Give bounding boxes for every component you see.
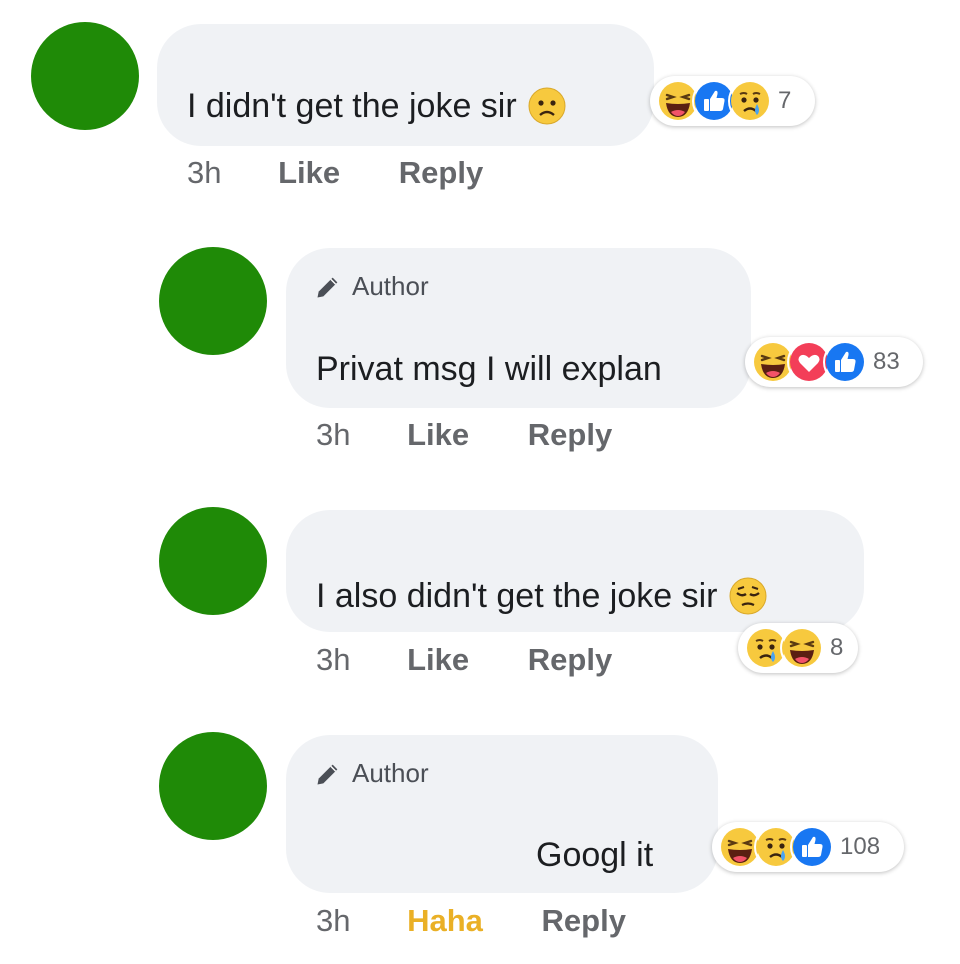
- comment-text-row: I also didn't get the joke sir: [316, 576, 768, 616]
- haha-button[interactable]: Haha: [407, 903, 483, 938]
- reaction-count: 108: [840, 833, 881, 860]
- reaction-count: 83: [873, 348, 900, 375]
- frowning-face-icon: [527, 86, 567, 126]
- avatar[interactable]: [159, 732, 267, 840]
- like-button[interactable]: Like: [407, 417, 469, 452]
- sad-icon: [728, 79, 772, 123]
- avatar[interactable]: [159, 507, 267, 615]
- comment-text: I didn't get the joke sir: [187, 86, 517, 125]
- reaction-count: 7: [778, 87, 792, 114]
- reply-button[interactable]: Reply: [528, 417, 612, 452]
- reaction-summary[interactable]: 108: [712, 822, 904, 872]
- author-label: Author: [352, 758, 429, 788]
- comment-meta: 3h Like Reply: [187, 155, 483, 191]
- comment-meta: 3h Haha Reply: [316, 903, 626, 939]
- reply-button[interactable]: Reply: [542, 903, 626, 938]
- comment-meta: 3h Like Reply: [316, 417, 612, 453]
- timestamp: 3h: [316, 903, 351, 938]
- avatar[interactable]: [31, 22, 139, 130]
- like-button[interactable]: Like: [278, 155, 340, 190]
- timestamp: 3h: [316, 417, 351, 452]
- comment-bubble: [157, 24, 654, 146]
- timestamp: 3h: [316, 642, 351, 677]
- comment-text-row: Googl it: [536, 836, 653, 875]
- author-badge: Author: [314, 271, 429, 302]
- reaction-summary[interactable]: 83: [745, 337, 923, 387]
- comment-meta: 3h Like Reply: [316, 642, 612, 678]
- reply-button[interactable]: Reply: [399, 155, 483, 190]
- comment-text-row: I didn't get the joke sir: [187, 86, 567, 126]
- comment-text-row: Privat msg I will explan: [316, 350, 662, 389]
- pencil-icon: [314, 273, 342, 301]
- like-button[interactable]: Like: [407, 642, 469, 677]
- timestamp: 3h: [187, 155, 222, 190]
- reaction-summary[interactable]: 8: [738, 623, 858, 673]
- avatar[interactable]: [159, 247, 267, 355]
- reaction-count: 8: [830, 634, 844, 661]
- reply-button[interactable]: Reply: [528, 642, 612, 677]
- comment-text: I also didn't get the joke sir: [316, 576, 718, 615]
- reaction-summary[interactable]: 7: [650, 76, 815, 126]
- pencil-icon: [314, 760, 342, 788]
- author-badge: Author: [314, 758, 429, 789]
- like-icon: [823, 340, 867, 384]
- comment-text: Privat msg I will explan: [316, 350, 662, 388]
- pensive-face-icon: [728, 576, 768, 616]
- like-icon: [790, 825, 834, 869]
- author-label: Author: [352, 271, 429, 301]
- haha-icon: [780, 626, 824, 670]
- comment-text: Googl it: [536, 836, 654, 874]
